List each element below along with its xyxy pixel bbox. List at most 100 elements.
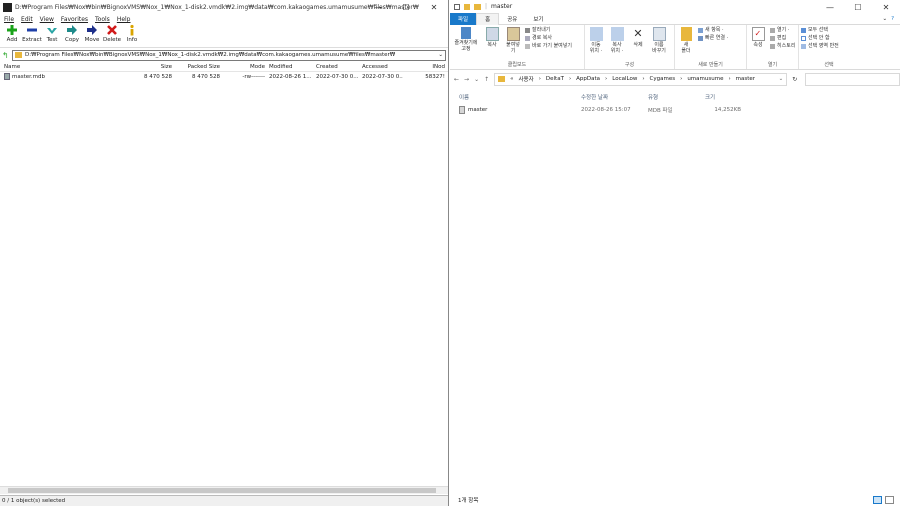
col-name[interactable]: Name (0, 64, 140, 70)
recent-locations-icon[interactable]: ⌄ (474, 76, 479, 83)
forward-arrow-icon[interactable]: → (464, 76, 469, 83)
copy-icon (485, 27, 499, 41)
breadcrumb-item-deltat[interactable]: DeltaT (546, 76, 564, 82)
col-created[interactable]: Created (312, 64, 358, 70)
col-type[interactable]: 유형 (644, 93, 701, 101)
breadcrumb-item-umamusume[interactable]: umamusume (687, 76, 723, 82)
address-input[interactable]: D:₩Program Files₩Nox₩bin₩BignoxVMS₩Nox_1… (12, 49, 446, 61)
minimize-button[interactable]: — (816, 0, 844, 15)
details-view-icon[interactable] (873, 496, 882, 504)
col-mode[interactable]: Mode (220, 64, 265, 70)
menu-edit[interactable]: Edit (21, 16, 33, 23)
search-input[interactable] (805, 72, 900, 86)
table-row[interactable]: master.mdb 8 470 528 8 470 528 -rw------… (0, 72, 448, 81)
breadcrumb-item-cygames[interactable]: Cygames (650, 76, 676, 82)
row-name: master (468, 107, 488, 113)
menu-favorites[interactable]: Favorites (61, 16, 88, 23)
row-name-cell: master (450, 106, 577, 114)
copy-button[interactable]: 복사 (483, 27, 501, 61)
cut-button[interactable]: 잘라내기 (525, 27, 572, 34)
path-dropdown-icon[interactable]: ⌄ (779, 76, 784, 82)
new-folder-icon (680, 27, 692, 41)
menu-view[interactable]: View (40, 16, 54, 23)
close-button[interactable]: ✕ (420, 0, 448, 15)
refresh-icon[interactable]: ↻ (792, 76, 797, 83)
status-text: 0 / 1 object(s) selected (2, 498, 66, 504)
test-button[interactable]: Test (42, 24, 62, 43)
breadcrumb-overflow[interactable]: « (510, 76, 513, 82)
window-title: master (491, 3, 513, 10)
col-packed-size[interactable]: Packed Size (172, 64, 220, 70)
properties-button[interactable]: ✓ 속성 (749, 27, 767, 61)
up-arrow-icon[interactable]: ↑ (484, 76, 489, 83)
title-bar: | master — ☐ ✕ (450, 0, 900, 13)
select-none-label: 선택 안 함 (808, 35, 830, 41)
breadcrumb-item-locallow[interactable]: LocalLow (612, 76, 637, 82)
move-button[interactable]: Move (82, 24, 102, 43)
breadcrumb-item-appdata[interactable]: AppData (576, 76, 600, 82)
minimize-button[interactable]: — (364, 0, 392, 15)
maximize-button[interactable]: ☐ (392, 0, 420, 15)
ribbon-collapse-icon[interactable]: ⌄ (882, 16, 887, 22)
copy-path-button[interactable]: 경로 복사 (525, 35, 572, 42)
extract-button[interactable]: Extract (22, 24, 42, 43)
col-accessed[interactable]: Accessed (358, 64, 403, 70)
edit-button[interactable]: 편집 (770, 35, 795, 42)
new-group-label: 새로 만들기 (698, 62, 723, 68)
tab-view[interactable]: 보기 (525, 13, 551, 25)
col-modified[interactable]: Modified (265, 64, 312, 70)
breadcrumb-sep-icon: › (568, 76, 572, 82)
col-date-modified[interactable]: 수정한 날짜 (577, 93, 644, 101)
breadcrumb[interactable]: « 사용자 › DeltaT › AppData › LocalLow › Cy… (494, 72, 788, 86)
menu-file[interactable]: File (4, 16, 14, 23)
close-button[interactable]: ✕ (872, 0, 900, 15)
new-item-button[interactable]: 새 항목 · (698, 27, 728, 34)
add-button[interactable]: Add (2, 24, 22, 43)
maximize-button[interactable]: ☐ (844, 0, 872, 15)
back-arrow-icon[interactable]: ← (454, 76, 459, 83)
large-icons-view-icon[interactable] (885, 496, 894, 504)
rename-button[interactable]: 이름 바꾸기 (650, 27, 668, 61)
menu-tools[interactable]: Tools (95, 16, 110, 23)
info-button[interactable]: Info (122, 24, 142, 43)
pin-quick-access-button[interactable]: 즐겨찾기에 고정 (452, 27, 480, 61)
copy-to-button[interactable]: 복사 위치 · (608, 27, 626, 61)
select-all-button[interactable]: 모두 선택 (801, 27, 839, 34)
copy-path-label: 경로 복사 (532, 35, 552, 41)
paste-shortcut-button[interactable]: 바로 가기 붙여넣기 (525, 43, 572, 50)
up-folder-icon[interactable]: ↰ (2, 51, 10, 60)
help-icon[interactable]: ? (891, 16, 894, 22)
col-inode[interactable]: INod (403, 64, 445, 70)
breadcrumb-item-user[interactable]: 사용자 (519, 75, 534, 83)
select-none-button[interactable]: 선택 안 함 (801, 35, 839, 42)
col-name[interactable]: 이름 (450, 93, 577, 101)
scrollbar-thumb[interactable] (8, 488, 436, 493)
menu-help[interactable]: Help (117, 16, 131, 23)
tab-home[interactable]: 홈 (476, 12, 500, 25)
clipboard-group-label: 클립보드 (507, 62, 527, 68)
invert-selection-button[interactable]: 선택 영역 반전 (801, 43, 839, 50)
open-button[interactable]: 열기 · (770, 27, 795, 34)
new-folder-button[interactable]: 새 폴더 (677, 27, 695, 61)
chevron-down-icon[interactable]: ⌄ (438, 52, 445, 58)
horizontal-scrollbar[interactable] (0, 486, 448, 494)
row-mode: -rw------- (242, 73, 265, 80)
delete-button[interactable]: Delete (102, 24, 122, 43)
folder-title-icon (474, 3, 481, 10)
quick-access-icon[interactable] (454, 3, 460, 10)
tab-share[interactable]: 공유 (499, 13, 525, 25)
col-size[interactable]: Size (140, 64, 172, 70)
table-row[interactable]: master 2022-08-26 15:07 MDB 파일 14,252KB (450, 103, 900, 117)
delete-button[interactable]: ✕ 삭제 (629, 27, 647, 61)
move-to-button[interactable]: 이동 위치 · (587, 27, 605, 61)
paste-icon (506, 27, 520, 41)
easy-access-button[interactable]: 빠른 연결 · (698, 35, 728, 42)
paste-button[interactable]: 붙여넣기 (504, 27, 522, 61)
copy-button[interactable]: Copy (62, 24, 82, 43)
breadcrumb-item-master[interactable]: master (736, 76, 755, 82)
tab-file[interactable]: 파일 (450, 12, 477, 25)
row-name: master.mdb (12, 73, 45, 80)
history-button[interactable]: 히스토리 (770, 43, 795, 50)
properties-quick-icon[interactable] (464, 3, 470, 10)
col-size[interactable]: 크기 (701, 93, 741, 101)
